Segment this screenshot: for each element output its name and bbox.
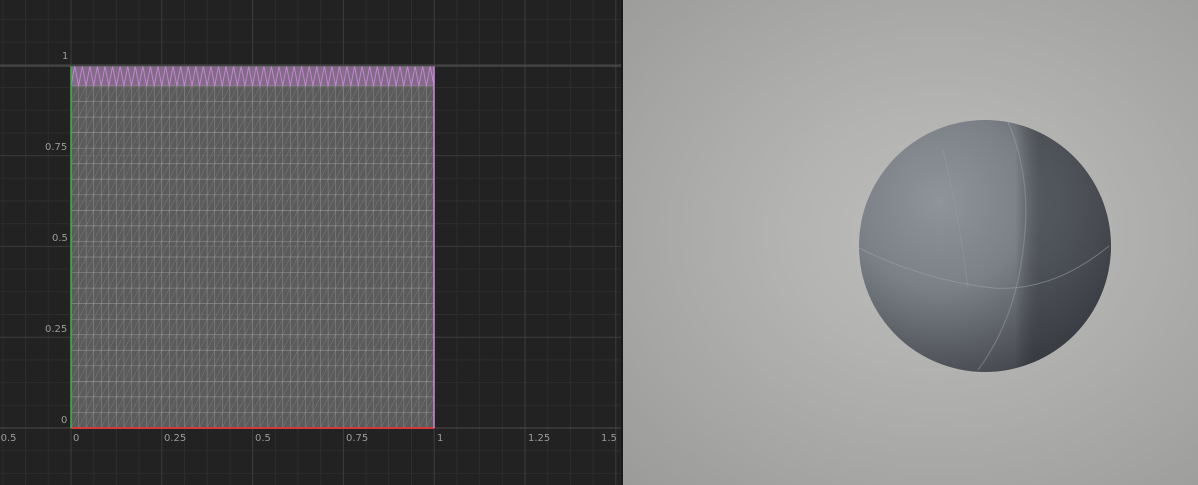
x-tick-label: 0 xyxy=(73,433,79,444)
y-tick-label: 1 xyxy=(62,51,68,62)
3d-viewport[interactable] xyxy=(623,0,1198,485)
uv-editor-panel[interactable]: -0.5 0 0.25 0.5 0.75 1 1.25 1.5 0 0.25 0… xyxy=(0,0,621,485)
viewport-canvas[interactable] xyxy=(623,0,1198,485)
uv-canvas[interactable]: -0.5 0 0.25 0.5 0.75 1 1.25 1.5 0 0.25 0… xyxy=(0,0,621,485)
uv-seam-edge-top[interactable] xyxy=(70,65,435,87)
y-tick-label: 0.75 xyxy=(45,142,67,153)
x-tick-label: 1.5 xyxy=(601,433,617,444)
x-tick-label: 1 xyxy=(437,433,443,444)
x-tick-label: 0.25 xyxy=(164,433,186,444)
x-tick-label: 0.75 xyxy=(346,433,368,444)
y-tick-label: 0 xyxy=(61,415,67,426)
y-tick-label: 0.25 xyxy=(45,324,67,335)
x-tick-label: 0.5 xyxy=(255,433,271,444)
x-tick-label: -0.5 xyxy=(0,433,17,444)
sphere-shadow-side xyxy=(859,120,1111,372)
y-tick-label: 0.5 xyxy=(52,233,68,244)
x-tick-label: 1.25 xyxy=(528,433,550,444)
